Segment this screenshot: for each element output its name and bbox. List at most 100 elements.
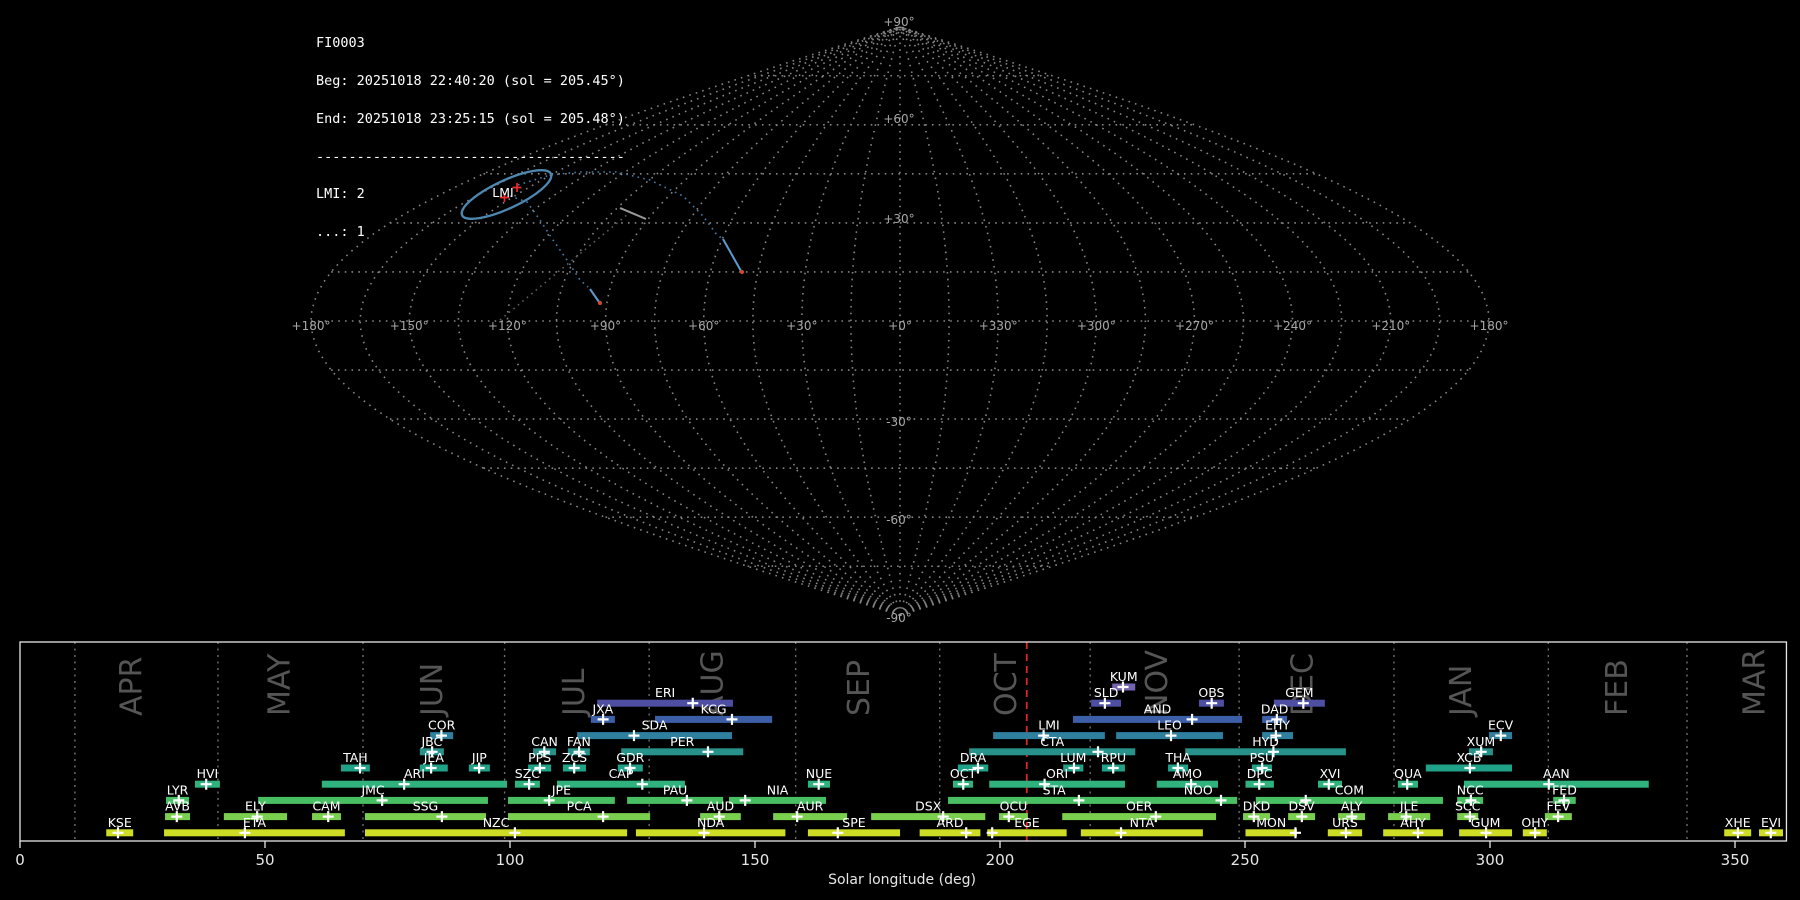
shower-peak-STA xyxy=(1073,794,1085,806)
shower-bar-DSX xyxy=(871,813,986,821)
month-label: JUN xyxy=(415,663,450,718)
lon-label: +210° xyxy=(1371,319,1410,333)
lon-label: +180° xyxy=(292,319,331,333)
shower-code-ERI: ERI xyxy=(655,685,675,700)
x-tick-label: 250 xyxy=(1231,851,1260,869)
shower-code-TAH: TAH xyxy=(342,750,368,765)
lon-label: +330° xyxy=(979,319,1018,333)
shower-peak-PCA xyxy=(597,811,609,823)
shower-code-PCA: PCA xyxy=(567,799,592,814)
meteor-end-dot xyxy=(597,300,603,306)
shower-code-NIA: NIA xyxy=(767,782,789,797)
lon-label: +240° xyxy=(1273,319,1312,333)
observation-header: FI0003 Beg: 20251018 22:40:20 (sol = 205… xyxy=(316,12,625,251)
month-label: MAR xyxy=(1738,649,1773,716)
x-tick-label: 0 xyxy=(15,851,25,869)
sporadic-count-line: ...: 1 xyxy=(316,224,365,241)
lat-label: +90° xyxy=(883,15,914,29)
shower-code-OER: OER xyxy=(1126,799,1153,814)
x-tick-label: 100 xyxy=(496,851,525,869)
shower-code-PAU: PAU xyxy=(663,782,687,797)
shower-code-SLD: SLD xyxy=(1094,685,1119,700)
shower-code-ELY: ELY xyxy=(245,799,266,814)
shower-bar-NTA xyxy=(1080,829,1203,837)
station-id: FI0003 xyxy=(316,35,365,52)
shower-code-HVI: HVI xyxy=(197,766,219,781)
meteor-track xyxy=(722,238,742,272)
shower-code-AUD: AUD xyxy=(707,799,734,814)
shower-code-JLE: JLE xyxy=(1399,799,1419,814)
shower-bar-MON xyxy=(1245,829,1297,837)
shower-code-AAN: AAN xyxy=(1543,766,1570,781)
shower-bar-ARI xyxy=(321,780,508,788)
month-label: APR xyxy=(115,657,150,716)
lon-label: +180° xyxy=(1470,319,1509,333)
shower-peak-SDA xyxy=(628,730,640,742)
shower-code-KCG: KCG xyxy=(701,701,727,716)
shower-peak-EGE xyxy=(986,827,998,839)
x-axis: 0 50 100 150 200 250 300 350 Solar longitude (de… xyxy=(15,841,1749,888)
shower-bar-JPE xyxy=(508,796,615,804)
x-axis-title: Solar longitude (deg) xyxy=(828,872,976,888)
shower-bar-JMC xyxy=(258,796,488,804)
shower-code-SSG: SSG xyxy=(413,799,439,814)
shower-code-PER: PER xyxy=(670,734,694,749)
x-tick-label: 50 xyxy=(255,851,274,869)
lat-label: +60° xyxy=(883,112,914,126)
lon-label: +90° xyxy=(590,319,621,333)
shower-code-NZC: NZC xyxy=(483,815,510,830)
lon-label: +60° xyxy=(688,319,719,333)
shower-code-COM: COM xyxy=(1335,782,1364,797)
shower-bar-KCG xyxy=(655,715,773,723)
shower-peak-PER xyxy=(702,746,714,758)
shower-code-DAD: DAD xyxy=(1261,701,1289,716)
month-label: SEP xyxy=(842,660,877,716)
month-label: MAY xyxy=(263,653,298,716)
shower-bar-SSG xyxy=(364,813,486,821)
shower-code-OCU: OCU xyxy=(1000,799,1028,814)
shower-peak-NZC xyxy=(509,827,521,839)
shower-bar-NZC xyxy=(364,829,628,837)
shower-code-ARI: ARI xyxy=(404,766,425,781)
x-tick-label: 300 xyxy=(1476,851,1505,869)
shower-bar-PCA xyxy=(508,813,651,821)
shower-bar-EGE xyxy=(987,829,1067,837)
month-label: JAN xyxy=(1444,665,1479,718)
begin-time-line: Beg: 20251018 22:40:20 (sol = 205.45°) xyxy=(316,72,625,89)
shower-bar-AUR xyxy=(773,813,848,821)
shower-peak-AND xyxy=(1186,713,1198,725)
shower-peak-NTA xyxy=(1115,827,1127,839)
shower-code-LMI: LMI xyxy=(1038,718,1059,733)
shower-code-DSX: DSX xyxy=(915,799,942,814)
end-time-line: End: 20251018 23:25:15 (sol = 205.48°) xyxy=(316,110,625,127)
shower-code-CAM: CAM xyxy=(312,799,340,814)
shower-count-line: LMI: 2 xyxy=(316,186,365,203)
shower-bar-ETA xyxy=(164,829,345,837)
shower-labels: KUMERI SLD OBS GEMJXA KCG AND DADCOR SDA LMI LEO E… xyxy=(108,669,1781,830)
meteor-end-dot xyxy=(739,269,745,275)
shower-code-JPE: JPE xyxy=(551,782,571,797)
meteor-analysis-window: { "header": { "station": "FI0003", "beg_… xyxy=(0,0,1800,900)
lon-label: +30° xyxy=(786,319,817,333)
shower-code-AND: AND xyxy=(1144,701,1172,716)
shower-code-SDA: SDA xyxy=(642,718,668,733)
plot-canvas: +180° +150° +120° +90° +60° +30° +0° +330° +300°… xyxy=(15,15,1788,888)
lon-label: +300° xyxy=(1077,319,1116,333)
x-tick-label: 200 xyxy=(986,851,1015,869)
lat-label: -90° xyxy=(886,611,912,625)
shower-code-MON: MON xyxy=(1256,815,1286,830)
x-tick-label: 150 xyxy=(741,851,770,869)
shower-code-DRA: DRA xyxy=(960,750,987,765)
shower-code-DKD: DKD xyxy=(1243,799,1270,814)
shower-code-XVI: XVI xyxy=(1320,766,1341,781)
shower-code-EGE: EGE xyxy=(1014,815,1040,830)
shower-code-GEM: GEM xyxy=(1285,685,1313,700)
shower-bar-SDA xyxy=(577,732,732,740)
lon-label: +270° xyxy=(1175,319,1214,333)
lon-label: +0° xyxy=(888,319,912,333)
shower-peak-NIA xyxy=(739,794,751,806)
header-separator: -------------------------------------- xyxy=(316,148,625,165)
x-tick-label: 350 xyxy=(1721,851,1750,869)
month-label: OCT xyxy=(989,652,1024,716)
shower-code-LEO: LEO xyxy=(1157,718,1182,733)
